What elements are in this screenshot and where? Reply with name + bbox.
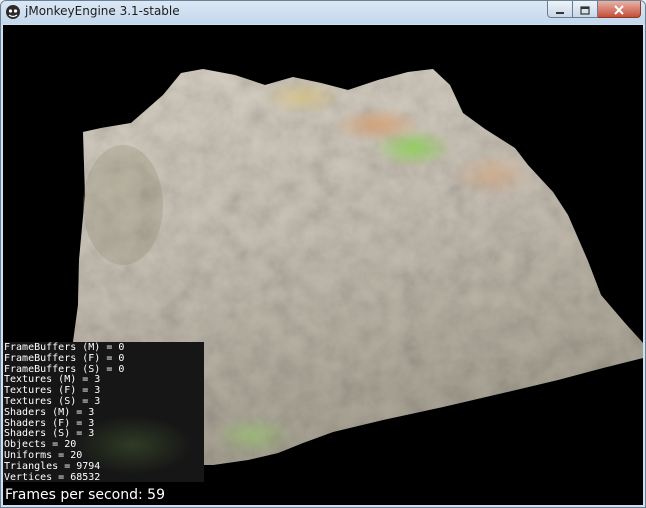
window-controls [547, 1, 641, 19]
title-bar[interactable]: jMonkeyEngine 3.1-stable [1, 1, 645, 24]
maximize-icon [580, 1, 590, 19]
close-icon [613, 1, 625, 19]
stat-line: Vertices = 68532 [4, 471, 101, 483]
stat-line: Triangles = 9794 [4, 460, 101, 472]
app-window: jMonkeyEngine 3.1-stable FrameBuffers (M… [0, 0, 646, 508]
close-button[interactable] [598, 1, 641, 18]
minimize-icon [555, 1, 565, 19]
stats-list: FrameBuffers (M) = 0 FrameBuffers (F) = … [4, 342, 125, 483]
jmonkey-logo-icon [5, 4, 21, 20]
maximize-button[interactable] [573, 1, 598, 18]
stat-line: FrameBuffers (F) = 0 [4, 352, 125, 364]
stat-line: Shaders (M) = 3 [4, 406, 95, 418]
render-viewport[interactable]: FrameBuffers (M) = 0 FrameBuffers (F) = … [3, 25, 643, 505]
fps-counter: Frames per second: 59 [5, 487, 165, 503]
minimize-button[interactable] [547, 1, 573, 18]
window-title: jMonkeyEngine 3.1-stable [25, 4, 180, 18]
